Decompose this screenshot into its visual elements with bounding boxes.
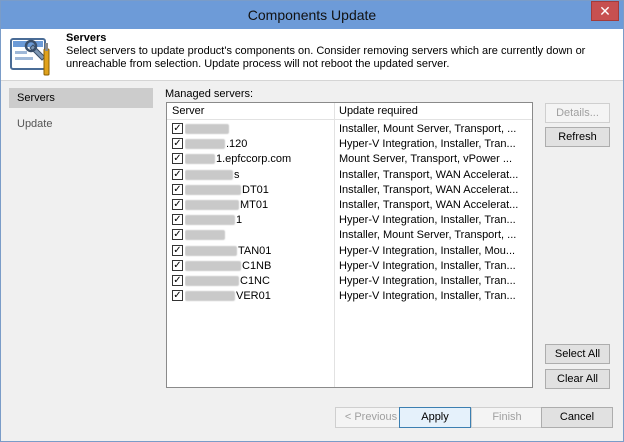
server-name-cell: C1NC: [185, 275, 333, 287]
server-name-text: DT01: [242, 183, 269, 196]
server-name-text: s: [234, 168, 240, 181]
row-checkbox[interactable]: ✓: [172, 244, 183, 256]
server-name-text: C1NB: [242, 259, 272, 272]
row-checkbox[interactable]: ✓: [172, 123, 183, 134]
window-title: Components Update: [247, 7, 377, 23]
table-row[interactable]: ✓ Installer, Mount Server, Transport, ...: [167, 228, 532, 243]
sidebar-item-servers[interactable]: Servers: [9, 88, 153, 108]
page-title: Servers: [66, 32, 107, 44]
redacted-text: [185, 291, 235, 302]
table-row[interactable]: ✓ DT01 Installer, Transport, WAN Accelerat…: [167, 183, 532, 198]
server-name-text: .120: [226, 138, 248, 151]
sidebar-item-update[interactable]: Update: [9, 114, 153, 134]
row-checkbox[interactable]: ✓: [172, 138, 183, 150]
tools-icon: [10, 38, 50, 76]
title-bar[interactable]: Components Update ✕: [1, 1, 623, 29]
servers-page: Managed servers: Server Update required …: [157, 81, 623, 397]
table-row[interactable]: ✓ .120 Hyper-V Integration, Installer, Tra…: [167, 137, 532, 152]
redacted-text: [185, 245, 237, 256]
row-checkbox[interactable]: ✓: [172, 275, 183, 286]
row-checkbox[interactable]: ✓: [172, 259, 183, 271]
server-name-text: TAN01: [238, 244, 272, 257]
managed-servers-label: Managed servers:: [165, 88, 254, 100]
update-required-cell: Installer, Mount Server, Transport, ...: [339, 123, 517, 135]
finish-button[interactable]: Finish: [471, 407, 543, 428]
redacted-text: [185, 260, 241, 271]
apply-button[interactable]: Apply: [399, 407, 471, 428]
wizard-header: Servers Select servers to update product…: [1, 29, 623, 81]
previous-button[interactable]: < Previous: [335, 407, 407, 428]
server-name-text: MT01: [240, 199, 269, 211]
server-name-text: 1.epfccorp.com: [216, 153, 292, 166]
row-checkbox[interactable]: ✓: [172, 153, 183, 165]
server-name-cell: MT01: [185, 199, 333, 211]
server-name-cell: [185, 229, 333, 241]
select-all-button[interactable]: Select All: [545, 344, 610, 364]
row-checkbox[interactable]: ✓: [172, 199, 183, 210]
refresh-button[interactable]: Refresh: [545, 127, 610, 147]
server-name-cell: 1.epfccorp.com: [185, 153, 333, 165]
server-name-text: 1: [236, 214, 243, 227]
clear-all-button[interactable]: Clear All: [545, 369, 610, 389]
update-required-cell: Hyper-V Integration, Installer, Tran...: [339, 214, 516, 227]
redacted-text: [185, 169, 233, 180]
table-row[interactable]: ✓ 1.epfccorp.com Mount Server, Transport, …: [167, 152, 532, 167]
server-name-cell: .120: [185, 138, 333, 150]
row-checkbox[interactable]: ✓: [172, 183, 183, 195]
table-row[interactable]: ✓ C1NC Hyper-V Integration, Installer, Tra…: [167, 274, 532, 289]
row-checkbox[interactable]: ✓: [172, 168, 183, 180]
redacted-text: [185, 230, 225, 241]
list-header: Server Update required: [167, 103, 532, 120]
server-name-cell: s: [185, 169, 333, 181]
table-row[interactable]: ✓ Installer, Mount Server, Transport, ...: [167, 122, 532, 137]
server-name-cell: TAN01: [185, 245, 333, 257]
table-row[interactable]: ✓ MT01 Installer, Transport, WAN Accelerat…: [167, 198, 532, 213]
server-name-cell: [185, 123, 333, 135]
column-header-update-required[interactable]: Update required: [339, 105, 418, 117]
wizard-footer: < Previous Apply Finish Cancel: [1, 397, 623, 441]
table-row[interactable]: ✓ 1 Hyper-V Integration, Installer, Tran..…: [167, 213, 532, 228]
update-required-cell: Installer, Transport, WAN Accelerat...: [339, 183, 519, 196]
update-required-cell: Hyper-V Integration, Installer, Tran...: [339, 259, 516, 272]
cancel-button[interactable]: Cancel: [541, 407, 613, 428]
update-required-cell: Mount Server, Transport, vPower ...: [339, 153, 513, 166]
server-name-cell: 1: [185, 214, 333, 226]
details-button[interactable]: Details...: [545, 103, 610, 123]
page-description: Select servers to update product's compo…: [66, 45, 586, 70]
column-header-server[interactable]: Server: [172, 105, 204, 117]
redacted-text: [185, 139, 225, 150]
update-required-cell: Hyper-V Integration, Installer, Tran...: [339, 138, 516, 151]
server-name-cell: VER01: [185, 290, 333, 302]
redacted-text: [185, 154, 215, 165]
table-row[interactable]: ✓ C1NB Hyper-V Integration, Installer, Tra…: [167, 259, 532, 274]
update-required-cell: Hyper-V Integration, Installer, Tran...: [339, 275, 516, 287]
update-required-cell: Installer, Mount Server, Transport, ...: [339, 229, 517, 242]
table-row[interactable]: ✓ VER01 Hyper-V Integration, Installer, Tr…: [167, 289, 532, 304]
wizard-steps-sidebar: Servers Update: [1, 81, 157, 397]
update-required-cell: Installer, Transport, WAN Accelerat...: [339, 168, 519, 181]
row-checkbox[interactable]: ✓: [172, 290, 183, 302]
server-name-cell: C1NB: [185, 260, 333, 272]
server-name-text: C1NC: [240, 275, 270, 287]
table-row[interactable]: ✓ TAN01 Hyper-V Integration, Installer, Mo…: [167, 244, 532, 259]
server-name-text: VER01: [236, 290, 271, 303]
update-required-cell: Installer, Transport, WAN Accelerat...: [339, 199, 519, 211]
redacted-text: [185, 276, 239, 287]
redacted-text: [185, 124, 229, 135]
server-name-cell: DT01: [185, 184, 333, 196]
servers-list[interactable]: Server Update required ✓ Installer, Mount…: [166, 102, 533, 388]
redacted-text: [185, 184, 241, 195]
components-update-window: Components Update ✕ Servers Select serve…: [0, 0, 624, 442]
redacted-text: [185, 200, 239, 211]
row-checkbox[interactable]: ✓: [172, 214, 183, 226]
update-required-cell: Hyper-V Integration, Installer, Tran...: [339, 290, 516, 303]
redacted-text: [185, 215, 235, 226]
row-checkbox[interactable]: ✓: [172, 229, 183, 241]
update-required-cell: Hyper-V Integration, Installer, Mou...: [339, 244, 516, 257]
table-row[interactable]: ✓ s Installer, Transport, WAN Accelerat...: [167, 168, 532, 183]
close-button[interactable]: ✕: [591, 1, 619, 21]
